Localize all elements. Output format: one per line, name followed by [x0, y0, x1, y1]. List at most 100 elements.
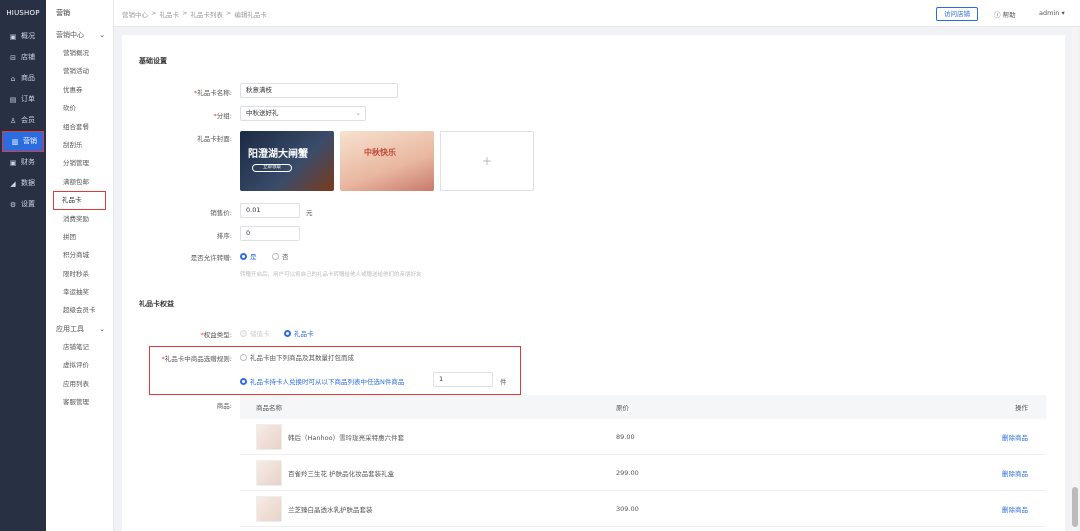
table-row: 百雀羚三生花 护肤品化妆品套装礼盒 299.00 删除商品 [240, 455, 1046, 491]
radio-unchecked [240, 353, 247, 361]
breadcrumb-item[interactable]: 礼品卡 [159, 9, 179, 19]
subnav-item[interactable]: 满额包邮 [46, 173, 113, 191]
subnav-item[interactable]: 消费奖励 [46, 210, 113, 228]
subnav-item[interactable]: 积分商城 [46, 246, 113, 264]
giftcard-name-input[interactable]: 秋意满枝 [240, 83, 398, 98]
gear-icon: ⚙ [9, 200, 17, 209]
transfer-no-radio[interactable]: 否 [272, 251, 289, 261]
col-name: 商品名称 [256, 404, 282, 412]
sort-label: 排序: [216, 232, 232, 240]
nav-label: 订单 [21, 95, 35, 103]
breadcrumb-current: 编辑礼品卡 [234, 11, 267, 19]
page-scrollbar[interactable] [1072, 27, 1078, 531]
subnav-item[interactable]: 超级会员卡 [46, 301, 113, 319]
edit-giftcard-form: 基础设置 *礼品卡名称: 秋意满枝 *分组: 中秋送好礼 ⌄ 礼品卡封面: 阳澄湖… [122, 35, 1065, 531]
nav-label: 营销 [23, 137, 37, 145]
cell-price: 299.00 [616, 468, 639, 477]
user-menu[interactable]: admin ▾ [1039, 9, 1065, 17]
storedvalue-label: 储值卡 [250, 330, 270, 338]
subnav-item-giftcard[interactable]: 礼品卡 [53, 191, 106, 210]
caret-down-icon: ▾ [1059, 9, 1065, 17]
cover-label: 礼品卡封面: [197, 135, 232, 143]
delete-product-link[interactable]: 删除商品 [1002, 506, 1028, 514]
subnav-item[interactable]: 限时秒杀 [46, 265, 113, 283]
breadcrumb-item[interactable]: 礼品卡列表 [190, 9, 223, 19]
help-label: 帮助 [1002, 11, 1016, 19]
subnav-item[interactable]: 组合套餐 [46, 118, 113, 136]
sort-input[interactable]: 0 [240, 226, 300, 241]
cell-price: 309.00 [616, 504, 639, 513]
help-link[interactable]: ⓘ 帮助 [994, 9, 1016, 19]
brand-logo: HIUSHOP [6, 9, 40, 17]
nav-shop[interactable]: ⊟ 店铺 [0, 47, 46, 68]
group-select[interactable]: 中秋送好礼 ⌄ [240, 106, 366, 121]
scrollbar-thumb[interactable] [1072, 487, 1078, 527]
type-giftcard-radio[interactable]: 礼品卡 [284, 328, 314, 338]
help-icon: ⓘ [994, 11, 1003, 19]
radio-checked [240, 252, 247, 260]
breadcrumb-separator: > [181, 9, 188, 17]
radio-unchecked [272, 252, 279, 260]
cell-action: 删除商品 [986, 468, 1046, 478]
nav-members[interactable]: ♙ 会员 [0, 110, 46, 131]
price-unit: 元 [306, 209, 313, 217]
subnav-item[interactable]: 店铺笔记 [46, 338, 113, 356]
subnav-item[interactable]: 虚拟评价 [46, 356, 113, 374]
subnav-item[interactable]: 分销管理 [46, 154, 113, 172]
cell-action: 删除商品 [986, 432, 1046, 442]
subnav-item[interactable]: 营销概况 [46, 44, 113, 62]
nav-finance[interactable]: ▣ 财务 [0, 152, 46, 173]
subnav-group-marketing[interactable]: 营销中心 ⌄ [46, 26, 113, 44]
delete-product-link[interactable]: 删除商品 [1002, 470, 1028, 478]
cell-name: 百雀羚三生花 护肤品化妆品套装礼盒 [240, 459, 616, 486]
username: admin [1039, 9, 1060, 17]
marketing-chart-icon: ▥ [11, 137, 19, 146]
dashboard-icon: ▣ [9, 32, 17, 41]
member-icon: ♙ [9, 116, 17, 125]
name-label: *礼品卡名称: [194, 89, 232, 97]
cell-action: 删除商品 [986, 504, 1046, 514]
chevron-down-icon: ⌄ [355, 109, 361, 117]
cover-image-crab[interactable]: 阳澄湖大闸蟹 立即领取 [240, 131, 334, 191]
rule-bundle-radio[interactable]: 礼品卡由下列商品及其数量打包而成 [240, 352, 354, 362]
subnav-item[interactable]: 幸运抽奖 [46, 283, 113, 301]
nav-settings[interactable]: ⚙ 设置 [0, 194, 46, 215]
rights-type-label: *权益类型: [200, 331, 232, 339]
subnav-item[interactable]: 应用列表 [46, 375, 113, 393]
add-cover-button[interactable]: + [440, 131, 534, 191]
rule-label: *礼品卡中商品选赠规则: [161, 355, 232, 363]
subnav-item[interactable]: 营销活动 [46, 62, 113, 80]
nav-data[interactable]: ◢ 数据 [0, 173, 46, 194]
shop-icon: ⊟ [10, 53, 16, 62]
cover-image-midautumn[interactable]: 中秋快乐 [340, 131, 434, 191]
nav-label: 数据 [21, 179, 35, 187]
subnav-item[interactable]: 客服管理 [46, 393, 113, 411]
cover1-text: 阳澄湖大闸蟹 [248, 149, 308, 160]
section-rights-title: 礼品卡权益 [139, 300, 174, 308]
radio-disabled [240, 329, 247, 337]
subnav-item[interactable]: 优惠券 [46, 81, 113, 99]
nav-overview[interactable]: ▣ 概况 [0, 26, 46, 47]
cover1-button: 立即领取 [252, 164, 292, 172]
nav-goods[interactable]: ⌂ 商品 [0, 68, 46, 89]
app: HIUSHOP ▣ 概况 ⊟ 店铺 ⌂ 商品 ▤ 订单 ♙ 会员 ▥ 营销 ▣ 财务 ◢ 数据 … [0, 0, 1080, 531]
cell-name: 兰芝臻白晶透水乳护肤品套装 [240, 495, 616, 522]
nav-label: 概况 [21, 32, 35, 40]
rule-pick-n-radio[interactable]: 礼品卡持卡人兑换时可从以下商品列表中任选N件商品 [240, 376, 404, 386]
qty-unit: 件 [500, 378, 507, 386]
transfer-yes-radio[interactable]: 是 [240, 251, 257, 261]
price-input[interactable]: 0.01 [240, 203, 300, 218]
nav-orders[interactable]: ▤ 订单 [0, 89, 46, 110]
rule1-label: 礼品卡由下列商品及其数量打包而成 [250, 354, 354, 362]
pick-quantity-input[interactable]: 1 [433, 372, 493, 387]
subnav-item[interactable]: 刮刮乐 [46, 136, 113, 154]
subnav-group-tools[interactable]: 应用工具 ⌄ [46, 320, 113, 338]
nav-marketing[interactable]: ▥ 营销 [2, 131, 44, 152]
delete-product-link[interactable]: 删除商品 [1002, 434, 1028, 442]
nav-label: 设置 [21, 200, 35, 208]
giftcard-label: 礼品卡 [294, 330, 314, 338]
subnav-item[interactable]: 砍价 [46, 99, 113, 117]
breadcrumb-item[interactable]: 营销中心 [122, 9, 148, 19]
visit-shop-button[interactable]: 访问店铺 [936, 7, 978, 21]
subnav-item[interactable]: 拼团 [46, 228, 113, 246]
